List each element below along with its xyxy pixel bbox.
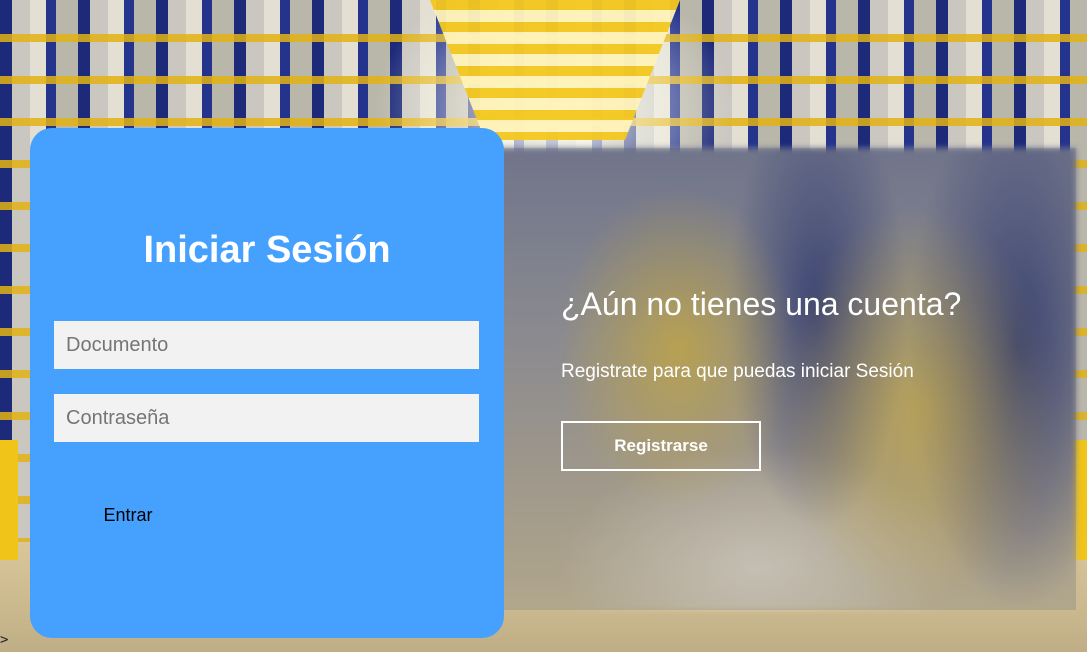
- login-title: Iniciar Sesión: [143, 229, 391, 271]
- login-submit-button[interactable]: Entrar: [86, 498, 170, 532]
- register-button[interactable]: Registrarse: [561, 421, 761, 471]
- register-subtext: Registrate para que puedas iniciar Sesió…: [561, 361, 914, 382]
- register-heading: ¿Aún no tienes una cuenta?: [561, 286, 962, 322]
- yellow-post-left: [0, 440, 18, 560]
- corner-chevron-glyph: >: [0, 632, 9, 648]
- password-input[interactable]: [54, 394, 479, 442]
- login-card: [30, 128, 504, 638]
- login-page: Iniciar Sesión Entrar ¿Aún no tienes una…: [0, 0, 1087, 652]
- document-input[interactable]: [54, 321, 479, 369]
